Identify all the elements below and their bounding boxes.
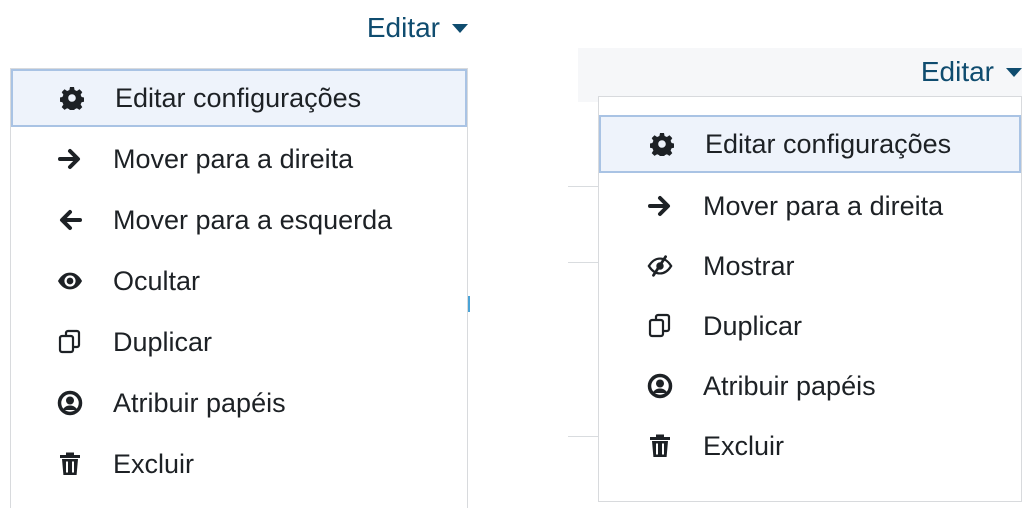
caret-down-icon: [452, 23, 468, 33]
menu-item-label: Mover para a direita: [703, 190, 944, 221]
trash-icon: [57, 450, 83, 478]
menu-item-label: Editar configurações: [705, 128, 952, 159]
menu-item-delete[interactable]: Excluir: [11, 435, 467, 493]
background-divider: [568, 436, 598, 437]
menu-item-assign-roles[interactable]: Atribuir papéis: [599, 357, 1021, 415]
edit-dropdown-trigger[interactable]: Editar: [367, 12, 468, 44]
eye-slash-icon: [647, 252, 673, 280]
user-circle-icon: [647, 372, 673, 400]
menu-item-label: Excluir: [703, 430, 785, 461]
caret-down-icon: [1006, 67, 1022, 77]
gear-icon: [59, 84, 85, 112]
trash-icon: [647, 432, 673, 460]
menu-item-label: Duplicar: [703, 310, 803, 341]
menu-item-assign-roles[interactable]: Atribuir papéis: [11, 374, 467, 432]
user-circle-icon: [57, 389, 83, 417]
menu-item-move-left[interactable]: Mover para a esquerda: [11, 191, 467, 249]
menu-item-edit-settings[interactable]: Editar configurações: [11, 69, 467, 127]
menu-item-delete[interactable]: Excluir: [599, 417, 1021, 475]
menu-item-label: Mover para a esquerda: [113, 204, 393, 235]
eye-icon: [57, 267, 83, 295]
edit-dropdown-trigger[interactable]: Editar: [921, 56, 1022, 88]
menu-item-show[interactable]: Mostrar: [599, 237, 1021, 295]
arrow-right-icon: [57, 145, 83, 173]
arrow-right-icon: [647, 192, 673, 220]
menu-item-hide[interactable]: Ocultar: [11, 252, 467, 310]
menu-item-duplicate[interactable]: Duplicar: [11, 313, 467, 371]
menu-item-label: Excluir: [113, 448, 195, 479]
edit-dropdown-menu: Editar configurações Mover para a direit…: [10, 68, 468, 508]
edit-dropdown-label: Editar: [920, 56, 994, 87]
menu-item-label: Duplicar: [113, 326, 213, 357]
menu-item-label: Mostrar: [703, 250, 795, 281]
background-divider: [568, 186, 598, 187]
arrow-left-icon: [57, 206, 83, 234]
edit-dropdown-menu: Editar configurações Mover para a direit…: [598, 96, 1022, 502]
background-divider: [568, 262, 598, 263]
menu-item-move-right[interactable]: Mover para a direita: [599, 177, 1021, 235]
menu-item-label: Atribuir papéis: [113, 387, 286, 418]
duplicate-icon: [57, 328, 83, 356]
menu-item-label: Ocultar: [113, 265, 201, 296]
menu-item-edit-settings[interactable]: Editar configurações: [599, 115, 1021, 173]
left-edit-panel: Editar Editar configurações Mover para a…: [0, 0, 480, 508]
gear-icon: [649, 130, 675, 158]
edit-dropdown-label: Editar: [366, 12, 440, 43]
menu-item-duplicate[interactable]: Duplicar: [599, 297, 1021, 355]
right-edit-panel: Editar Editar configurações Mover para a…: [568, 44, 1022, 508]
menu-item-move-right[interactable]: Mover para a direita: [11, 130, 467, 188]
menu-item-label: Mover para a direita: [113, 143, 354, 174]
duplicate-icon: [647, 312, 673, 340]
menu-item-label: Editar configurações: [115, 82, 362, 113]
menu-item-label: Atribuir papéis: [703, 370, 876, 401]
